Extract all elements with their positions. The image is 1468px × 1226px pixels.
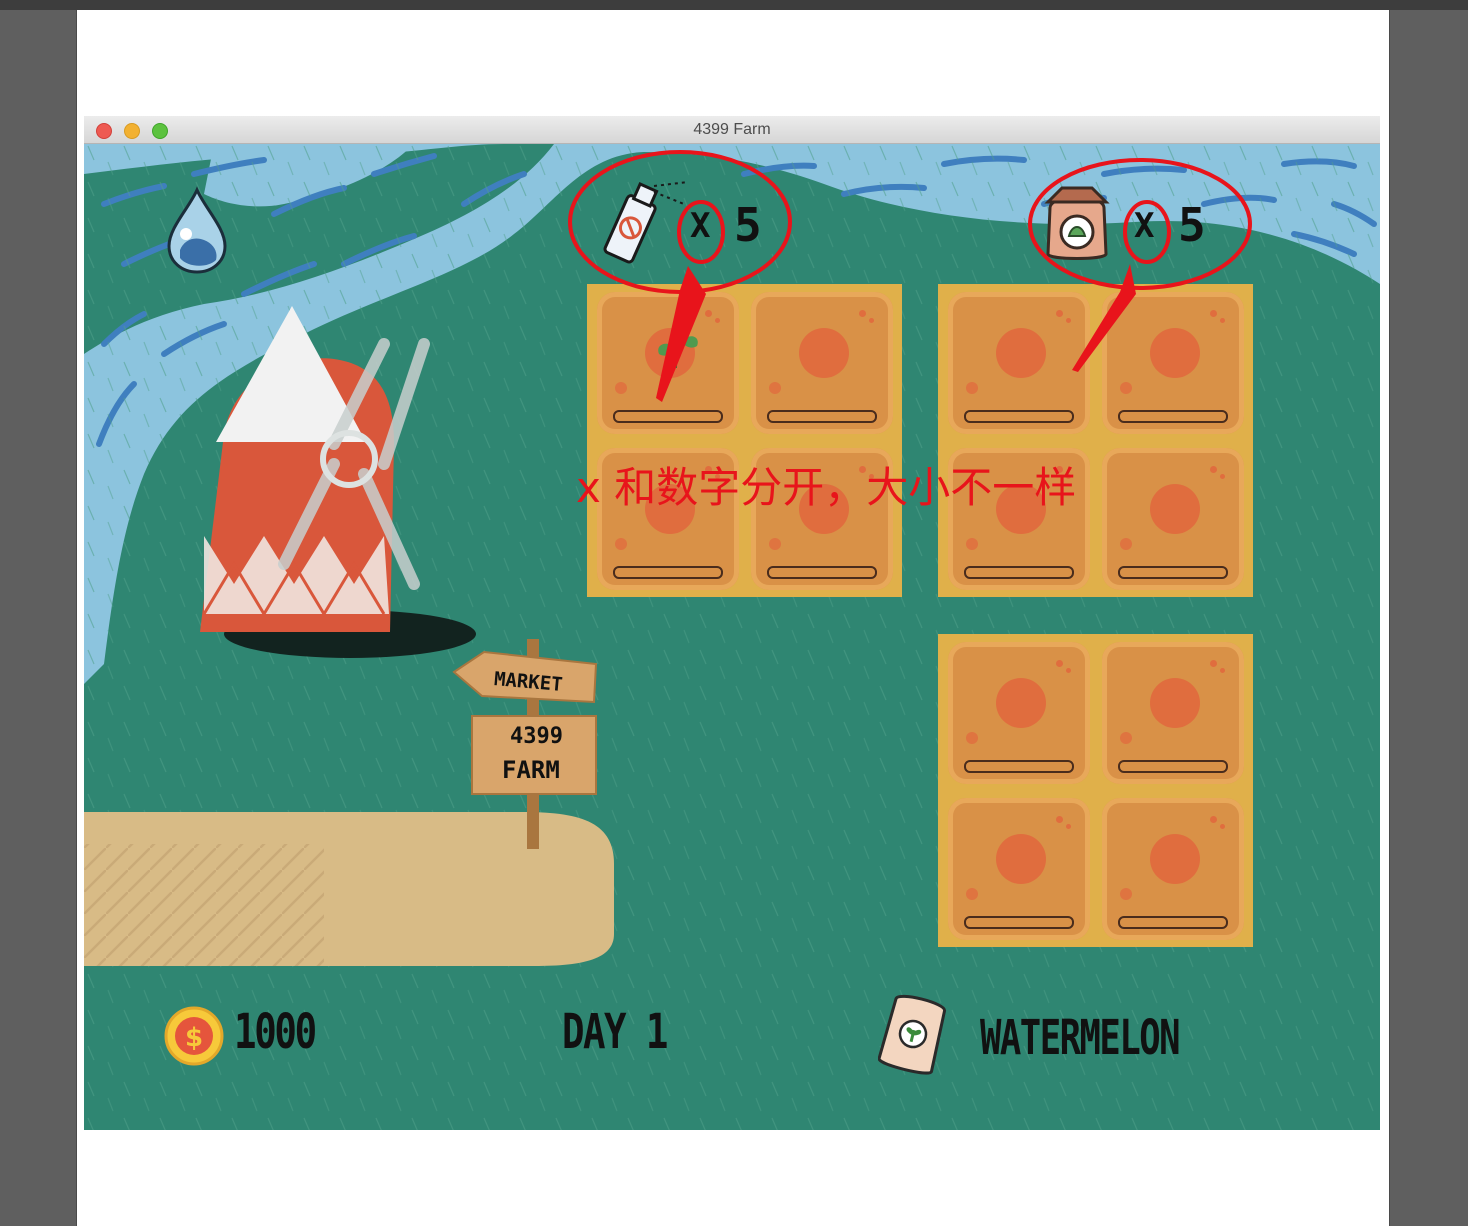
game-window: 4399 Farm MARKET 4399 FARM X 5 X 5 $ 100… <box>84 116 1380 1130</box>
annotation-overlay <box>568 150 1252 402</box>
annotation-arrow-pesticide <box>656 266 706 402</box>
window-title: 4399 Farm <box>693 121 771 138</box>
annotation-note: x 和数字分开，大小不一样 <box>576 463 1077 512</box>
title-bar: 4399 Farm <box>84 116 1380 144</box>
annotation-circle-x-fertilizer <box>1123 200 1171 264</box>
annotation-circle-fertilizer <box>1028 158 1252 290</box>
viewer-top-bar <box>0 0 1468 10</box>
farm-scene: MARKET 4399 FARM X 5 X 5 $ 1000 DAY 1 WA… <box>84 144 1380 1130</box>
annotation-circle-x-pesticide <box>677 200 725 264</box>
